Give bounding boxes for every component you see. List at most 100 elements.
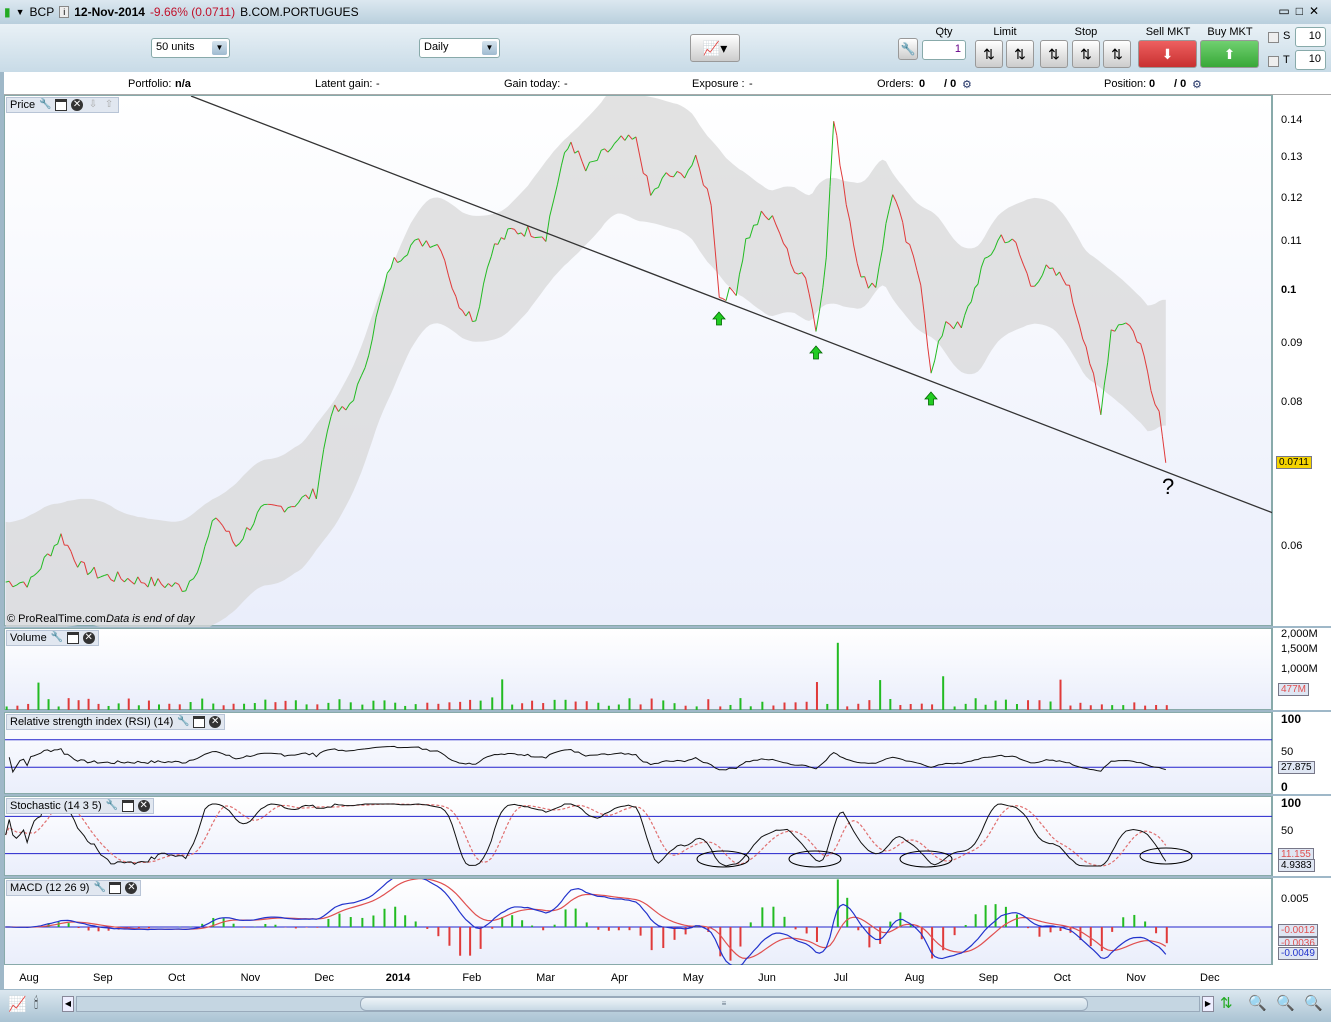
rsi-pane[interactable]: Relative strength index (RSI) (14) 🔧 ✕ <box>4 712 1273 794</box>
sell-market-button[interactable]: ⬇ <box>1138 40 1197 68</box>
zoom-fit-icon[interactable]: 🔍 <box>1248 994 1267 1012</box>
t-checkbox[interactable] <box>1268 56 1279 67</box>
zoom-in-icon[interactable]: 🔍 <box>1304 994 1323 1012</box>
chevron-down-icon: ▼ <box>482 41 497 55</box>
volume-axis: 2,000M 1,500M 1,000M 477M <box>1272 628 1331 710</box>
volume-bar <box>459 701 462 710</box>
position-total: / 0 <box>1174 78 1187 90</box>
gear-icon[interactable]: ⚙ <box>962 78 972 91</box>
t-input[interactable]: 10 <box>1295 50 1326 70</box>
s-checkbox[interactable] <box>1268 32 1279 43</box>
volume-bar <box>553 699 556 710</box>
volume-bar <box>127 698 130 710</box>
qty-input[interactable]: 1 <box>922 40 966 60</box>
volume-bar <box>117 703 120 710</box>
close-icon[interactable]: ✕ <box>71 99 84 111</box>
autoscale-icon[interactable]: ⇅ <box>1220 994 1233 1012</box>
stop-button-2[interactable]: ⇅ <box>1072 40 1100 68</box>
macd-histogram-bar <box>783 916 786 927</box>
volume-bar <box>684 705 687 710</box>
volume-bar <box>942 676 945 710</box>
rsi-tag: 27.875 <box>1278 761 1315 774</box>
dropdown-arrow-icon[interactable]: ▼ <box>16 7 25 17</box>
indicators-button[interactable]: 📈▾ <box>690 34 740 62</box>
tick: 0 <box>1281 780 1288 794</box>
period-select[interactable]: Daily ▼ <box>419 38 500 58</box>
macd-histogram-bar <box>815 927 818 942</box>
chart-type-icon[interactable]: 📈 <box>8 995 27 1013</box>
volume-pane[interactable]: Volume 🔧 ✕ <box>4 628 1272 710</box>
date-tick: Sep <box>978 972 999 984</box>
gain-today-value: - <box>564 78 568 90</box>
close-icon[interactable]: ✕ <box>82 632 95 644</box>
symbol[interactable]: BCP <box>30 5 55 19</box>
macd-histogram-bar <box>491 927 494 929</box>
tick: 100 <box>1281 712 1302 726</box>
stop-button-1[interactable]: ⇅ <box>1040 40 1068 68</box>
wrench-button[interactable]: 🔧 <box>898 38 918 60</box>
gear-icon[interactable]: ⚙ <box>1192 78 1202 91</box>
zoom-out-icon[interactable]: 🔍 <box>1276 994 1295 1012</box>
limit-sell-button[interactable]: ⇅ <box>1006 40 1034 68</box>
window-icon[interactable] <box>55 99 68 111</box>
stochastic-pane[interactable]: Stochastic (14 3 5) 🔧 ✕ <box>4 796 1273 876</box>
macd-histogram-bar <box>607 927 610 931</box>
toolbar: 50 units ▼ Daily ▼ 📈▾ 🔧 Qty 1 Limit ⇅ ⇅ St… <box>0 24 1331 72</box>
macd-histogram-bar <box>739 927 742 947</box>
move-down-icon[interactable]: ⇩ <box>87 99 99 111</box>
scroll-thumb[interactable]: ≡ <box>360 997 1088 1011</box>
macd-histogram-bar <box>794 927 797 930</box>
limit-buy-button[interactable]: ⇅ <box>975 40 1003 68</box>
volume-bar <box>846 706 849 710</box>
price-pane-title: Price 🔧 ✕ ⇩ ⇧ <box>6 97 120 113</box>
wrench-icon[interactable]: 🔧 <box>177 716 189 728</box>
volume-bar <box>107 705 110 710</box>
candlestick-icon[interactable]: ▮ <box>4 5 11 19</box>
macd-histogram-bar <box>1015 914 1018 927</box>
tick: 0.06 <box>1281 540 1303 552</box>
close-icon[interactable]: ✕ <box>125 882 138 894</box>
portfolio-value: n/a <box>175 78 191 90</box>
window-controls[interactable]: ▭□✕ <box>1278 4 1325 18</box>
buy-label: Buy MKT <box>1207 26 1253 38</box>
macd-histogram-bar <box>964 925 967 927</box>
volume-bar <box>1100 704 1103 710</box>
buy-market-button[interactable]: ⬆ <box>1200 40 1259 68</box>
window-icon[interactable] <box>109 882 122 894</box>
wrench-icon[interactable]: 🔧 <box>93 882 105 894</box>
volume-bar <box>639 704 642 710</box>
move-up-icon[interactable]: ⇧ <box>103 99 115 111</box>
price-segment <box>274 504 278 507</box>
bottom-bar: 📈 🕯 ◀ ≡ ▶ ⇅ 🔍 🔍 🔍 <box>0 990 1331 1022</box>
macd-histogram-bar <box>994 904 997 927</box>
close-icon[interactable]: ✕ <box>137 800 150 812</box>
scroll-track[interactable]: ≡ <box>76 996 1200 1012</box>
window-icon[interactable] <box>66 632 79 644</box>
pane-label: Price <box>10 99 36 111</box>
volume-bar <box>274 702 277 710</box>
window-icon[interactable] <box>121 800 134 812</box>
volume-bar <box>650 698 653 710</box>
price-pane[interactable]: Price 🔧 ✕ ⇩ ⇧ ? © ProRealTime.com Data is en… <box>4 95 1273 627</box>
info-icon[interactable]: i <box>59 6 70 18</box>
s-input[interactable]: 10 <box>1295 27 1326 47</box>
units-select[interactable]: 50 units ▼ <box>151 38 230 58</box>
date-tick: Dec <box>1200 972 1220 984</box>
tick: 50 <box>1281 825 1294 837</box>
macd-histogram-bar <box>469 927 472 956</box>
stop-button-3[interactable]: ⇅ <box>1103 40 1131 68</box>
scroll-right-button[interactable]: ▶ <box>1202 996 1214 1012</box>
volume-bar <box>1144 705 1147 710</box>
wrench-icon[interactable]: 🔧 <box>106 800 118 812</box>
tick: 0.08 <box>1281 396 1303 408</box>
wrench-icon[interactable]: 🔧 <box>39 99 51 111</box>
volume-bar <box>178 704 181 710</box>
macd-pane[interactable]: MACD (12 26 9) 🔧 ✕ <box>4 878 1273 966</box>
volume-bar <box>316 704 319 710</box>
close-icon[interactable]: ✕ <box>209 716 222 728</box>
volume-bar <box>1079 702 1082 710</box>
candles-icon[interactable]: 🕯 <box>34 995 38 1012</box>
wrench-icon[interactable]: 🔧 <box>51 632 63 644</box>
window-icon[interactable] <box>193 716 206 728</box>
scroll-left-button[interactable]: ◀ <box>62 996 74 1012</box>
